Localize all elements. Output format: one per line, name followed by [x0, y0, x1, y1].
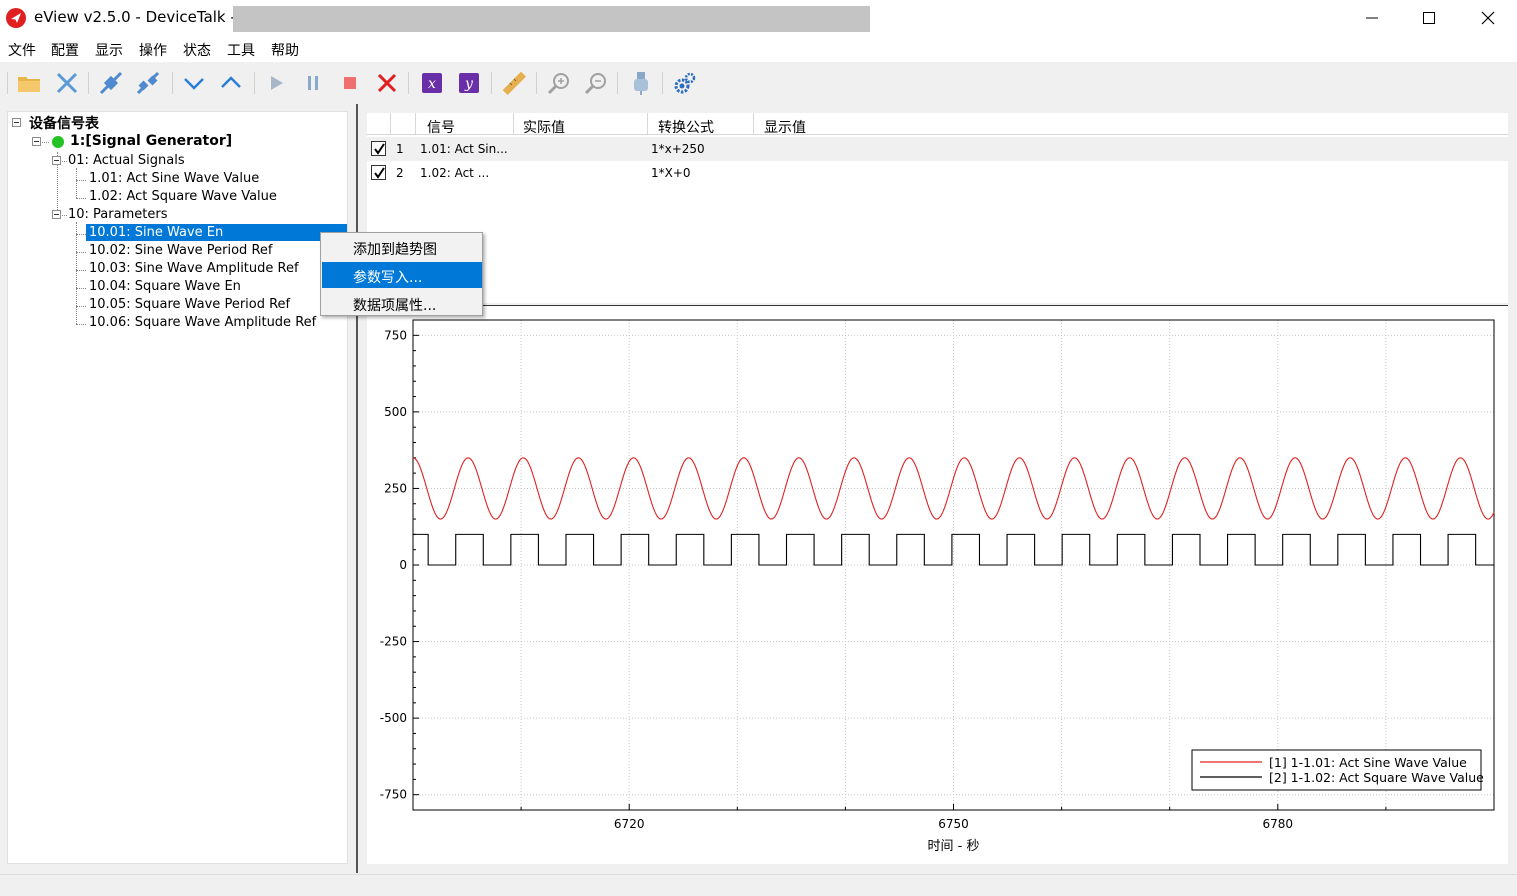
menu-status[interactable]: 状态: [182, 40, 212, 60]
play-icon[interactable]: [262, 69, 290, 97]
chart-svg: 750 500 250 0 -250 -500 -750 6720 6750 6780 时间 - 秒…: [380, 319, 1495, 854]
maximize-button[interactable]: [1400, 0, 1458, 36]
row-index: 1: [396, 142, 404, 156]
context-menu: 添加到趋势图 参数写入... 数据项属性...: [320, 232, 483, 316]
legend-label-2: [2] 1-1.02: Act Square Wave Value: [1269, 770, 1484, 785]
row-index: 2: [396, 166, 404, 180]
svg-text:y: y: [464, 76, 474, 92]
menu-file[interactable]: 文件: [7, 40, 37, 60]
row-signal: 1.02: Act ...: [420, 166, 490, 180]
title-bar: eView v2.5.0 - DeviceTalk -: [0, 0, 1517, 36]
x-tick-label: 6750: [938, 817, 969, 831]
tree-group-parameters[interactable]: 10: Parameters: [68, 207, 167, 222]
ctx-add-to-trend[interactable]: 添加到趋势图: [322, 234, 482, 260]
ruler-icon[interactable]: [500, 69, 528, 97]
connected-status-icon: [52, 136, 64, 148]
ctx-write-parameter[interactable]: 参数写入...: [322, 262, 482, 288]
disconnect-icon[interactable]: [134, 69, 162, 97]
y-tick-label: -250: [380, 635, 407, 649]
legend-label-1: [1] 1-1.01: Act Sine Wave Value: [1269, 755, 1467, 770]
close-button[interactable]: [1459, 0, 1517, 36]
tree-item-square-period-ref[interactable]: 10.05: Square Wave Period Ref: [89, 297, 290, 312]
row-signal: 1.01: Act Sin...: [420, 142, 508, 156]
menu-bar: 文件 配置 显示 操作 状态 工具 帮助: [0, 36, 1517, 62]
chevron-up-icon[interactable]: [217, 69, 245, 97]
close-x-icon[interactable]: [53, 69, 81, 97]
y-tick-label: -750: [380, 788, 407, 802]
grid-row[interactable]: 2 1.02: Act ... 1*X+0: [367, 161, 1508, 185]
y-tick-label: 750: [384, 328, 407, 342]
group-parameters-toggle[interactable]: [52, 210, 61, 219]
y-tick-label: -500: [380, 711, 407, 725]
svg-text:x: x: [428, 76, 436, 92]
redacted-title-area: [233, 6, 870, 32]
open-folder-icon[interactable]: [15, 69, 43, 97]
menu-display[interactable]: 显示: [94, 40, 124, 60]
device-collapse-toggle[interactable]: [32, 137, 41, 146]
pause-icon[interactable]: [299, 69, 327, 97]
col-header-actual[interactable]: 实际值: [523, 117, 565, 137]
minimize-button[interactable]: [1343, 0, 1401, 36]
ctx-item-properties[interactable]: 数据项属性...: [322, 290, 482, 316]
tree-item-sine-period-ref[interactable]: 10.02: Sine Wave Period Ref: [89, 243, 272, 258]
zoom-out-icon[interactable]: [582, 69, 610, 97]
delete-icon[interactable]: [373, 69, 401, 97]
application-window: eView v2.5.0 - DeviceTalk - 文件 配置 显示 操作 …: [0, 0, 1517, 896]
settings-icon[interactable]: [671, 69, 699, 97]
x-tick-label: 6720: [614, 817, 645, 831]
x-axis-label: 时间 - 秒: [928, 839, 980, 854]
tree-group-actual-signals[interactable]: 01: Actual Signals: [68, 153, 185, 168]
y-tick-label: 250: [384, 481, 407, 495]
panel-splitter[interactable]: [356, 104, 358, 873]
tree-item-sine-amplitude-ref[interactable]: 10.03: Sine Wave Amplitude Ref: [89, 261, 299, 276]
window-title: eView v2.5.0 - DeviceTalk -: [34, 8, 236, 26]
connect-icon[interactable]: [97, 69, 125, 97]
menu-operation[interactable]: 操作: [138, 40, 168, 60]
toolbar-grip: [7, 72, 8, 94]
trend-chart[interactable]: 750 500 250 0 -250 -500 -750 6720 6750 6780 时间 - 秒…: [367, 306, 1508, 864]
col-header-signal[interactable]: 信号: [427, 117, 455, 137]
row-checkbox[interactable]: [371, 141, 386, 156]
toolbar: x y: [0, 64, 1517, 102]
tree-device-label[interactable]: 1:[Signal Generator]: [70, 133, 232, 149]
app-logo-icon: [6, 8, 26, 28]
grid-row[interactable]: 1 1.01: Act Sin... 1*x+250: [367, 137, 1508, 161]
tree-item-square-amplitude-ref[interactable]: 10.06: Square Wave Amplitude Ref: [89, 315, 316, 330]
chevron-down-icon[interactable]: [180, 69, 208, 97]
row-checkbox[interactable]: [371, 165, 386, 180]
row-formula: 1*x+250: [651, 142, 705, 156]
zoom-in-icon[interactable]: [545, 69, 573, 97]
signal-grid: 信号 实际值 转换公式 显示值 1 1.01: Act Sin... 1*x+2…: [367, 113, 1508, 303]
col-header-display[interactable]: 显示值: [764, 117, 806, 137]
tree-item-sine-value[interactable]: 1.01: Act Sine Wave Value: [89, 171, 259, 186]
stop-icon[interactable]: [336, 69, 364, 97]
menu-tools[interactable]: 工具: [226, 40, 256, 60]
tree-item-square-wave-en[interactable]: 10.04: Square Wave En: [89, 279, 241, 294]
root-collapse-toggle[interactable]: [12, 118, 21, 127]
menu-config[interactable]: 配置: [50, 40, 80, 60]
menu-help[interactable]: 帮助: [270, 40, 300, 60]
tree-root-label[interactable]: 设备信号表: [29, 113, 99, 133]
x-tick-label: 6780: [1263, 817, 1294, 831]
tree-item-sine-wave-en[interactable]: 10.01: Sine Wave En: [89, 225, 223, 240]
row-formula: 1*X+0: [651, 166, 691, 180]
y-tick-label: 0: [399, 558, 407, 572]
y-axis-icon[interactable]: y: [455, 69, 483, 97]
group-actual-toggle[interactable]: [52, 156, 61, 165]
usb-icon[interactable]: [627, 69, 655, 97]
grid-header: 信号 实际值 转换公式 显示值: [367, 113, 1508, 137]
status-bar: [0, 874, 1517, 896]
tree-item-square-value[interactable]: 1.02: Act Square Wave Value: [89, 189, 277, 204]
x-axis-icon[interactable]: x: [418, 69, 446, 97]
y-tick-label: 500: [384, 405, 407, 419]
col-header-formula[interactable]: 转换公式: [658, 117, 714, 137]
